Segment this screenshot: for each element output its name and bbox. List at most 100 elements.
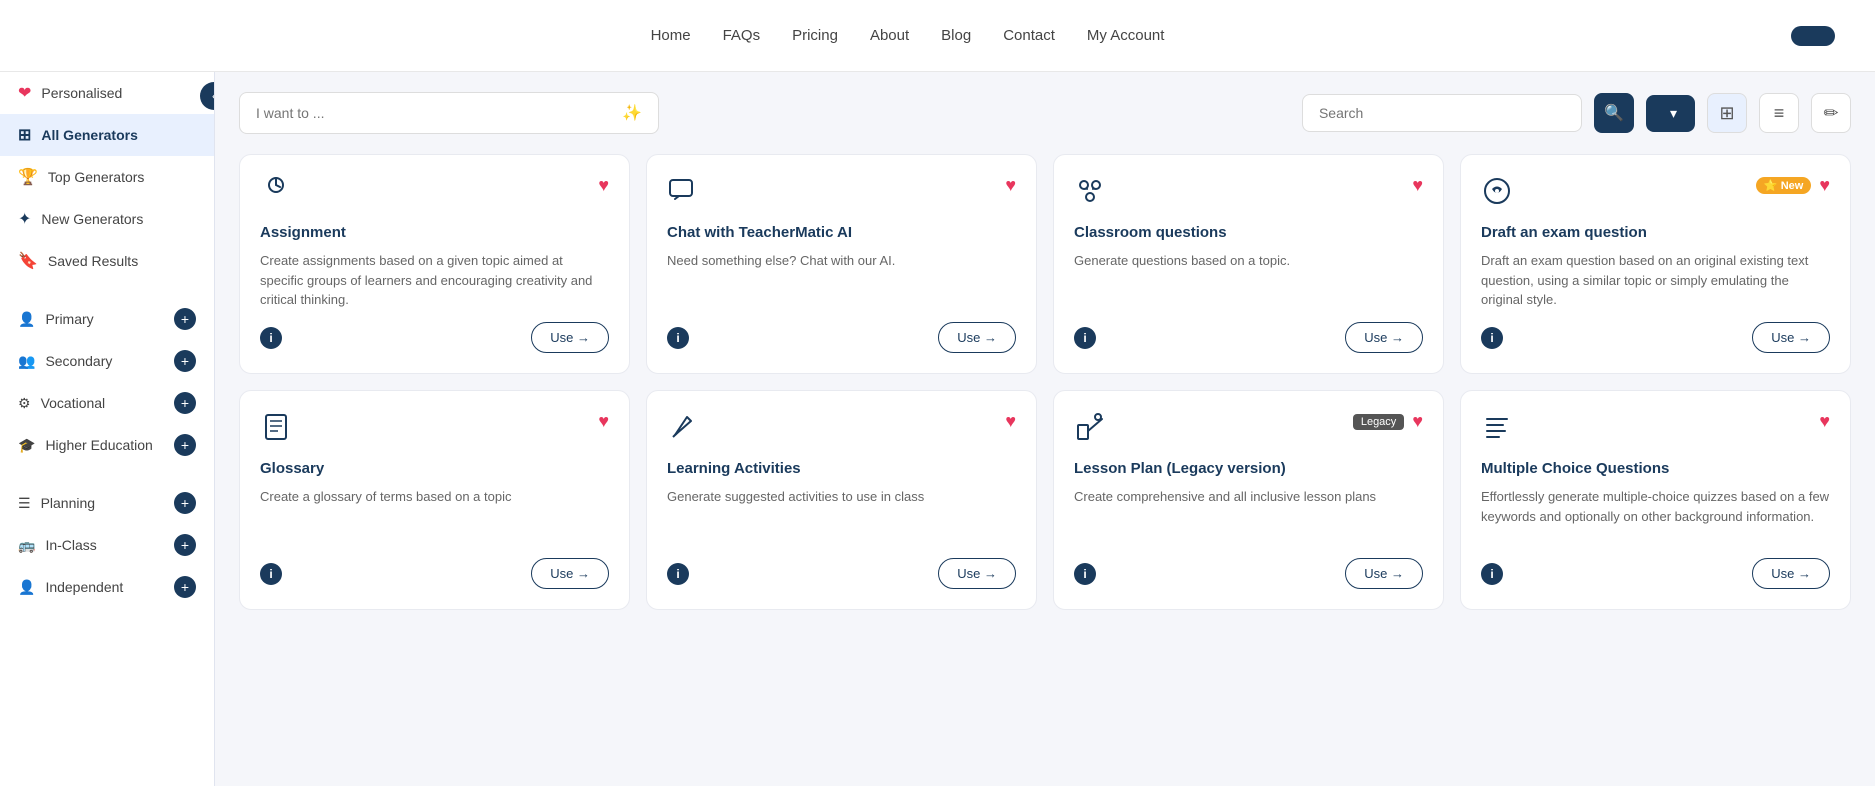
card-top: ♥ bbox=[260, 411, 609, 450]
nav-link-home[interactable]: Home bbox=[651, 27, 691, 44]
draft-exam-use-button[interactable]: Use → bbox=[1752, 322, 1830, 353]
card-top: ♥ bbox=[1481, 411, 1830, 450]
mcq-info-button[interactable]: i bbox=[1481, 563, 1503, 585]
sidebar-item-label: Saved Results bbox=[48, 253, 138, 269]
sort-button[interactable]: ▾ bbox=[1646, 95, 1695, 132]
classroom-questions-heart-icon[interactable]: ♥ bbox=[1412, 175, 1423, 196]
sidebar-teaching-in-class[interactable]: 🚌 In-Class + bbox=[0, 524, 214, 566]
learning-activities-info-button[interactable]: i bbox=[667, 563, 689, 585]
new-badge: New bbox=[1756, 177, 1811, 194]
secondary-expand-button[interactable]: + bbox=[174, 350, 196, 372]
assignment-use-button[interactable]: Use → bbox=[531, 322, 609, 353]
draft-exam-heart-icon[interactable]: ♥ bbox=[1819, 175, 1830, 196]
assignment-heart-icon[interactable]: ♥ bbox=[598, 175, 609, 196]
chat-use-button[interactable]: Use → bbox=[938, 322, 1016, 353]
assignment-info-button[interactable]: i bbox=[260, 327, 282, 349]
edit-button[interactable]: ✏ bbox=[1811, 93, 1851, 133]
sector-section-label bbox=[0, 282, 214, 298]
search-button[interactable]: 🔍 bbox=[1594, 93, 1634, 133]
lesson-plan-info-button[interactable]: i bbox=[1074, 563, 1096, 585]
chat-card-icon bbox=[667, 175, 699, 214]
learning-activities-heart-icon[interactable]: ♥ bbox=[1005, 411, 1016, 432]
draft-exam-info-button[interactable]: i bbox=[1481, 327, 1503, 349]
nav-link-faqs[interactable]: FAQs bbox=[723, 27, 761, 44]
iwant-container: ✨ bbox=[239, 92, 659, 134]
nav-link-blog[interactable]: Blog bbox=[941, 27, 971, 44]
sidebar-teaching-independent[interactable]: 👤 Independent + bbox=[0, 566, 214, 608]
sidebar-item-top-generators[interactable]: 🏆 Top Generators bbox=[0, 156, 214, 198]
classroom-questions-use-button[interactable]: Use → bbox=[1345, 322, 1423, 353]
sidebar-item-all-generators[interactable]: ⊞ All Generators bbox=[0, 114, 214, 156]
sidebar-sector-primary[interactable]: 👤 Primary + bbox=[0, 298, 214, 340]
sidebar-sector-vocational[interactable]: ⚙ Vocational + bbox=[0, 382, 214, 424]
top-generators-icon: 🏆 bbox=[18, 167, 38, 187]
higher-education-expand-button[interactable]: + bbox=[174, 434, 196, 456]
lesson-plan-use-button[interactable]: Use → bbox=[1345, 558, 1423, 589]
search-icon: 🔍 bbox=[1604, 103, 1624, 123]
glossary-use-button[interactable]: Use → bbox=[531, 558, 609, 589]
in-class-icon: 🚌 bbox=[18, 537, 35, 554]
sidebar-item-saved-results[interactable]: 🔖 Saved Results bbox=[0, 240, 214, 282]
glossary-heart-icon[interactable]: ♥ bbox=[598, 411, 609, 432]
nav-link-my-account[interactable]: My Account bbox=[1087, 27, 1165, 44]
personalised-icon: ❤ bbox=[18, 83, 31, 103]
draft-exam-title: Draft an exam question bbox=[1481, 224, 1830, 241]
classroom-questions-desc: Generate questions based on a topic. bbox=[1074, 251, 1423, 312]
sidebar-teaching-planning[interactable]: ☰ Planning + bbox=[0, 482, 214, 524]
legacy-badge: Legacy bbox=[1353, 414, 1404, 430]
learning-activities-use-button[interactable]: Use → bbox=[938, 558, 1016, 589]
toolbar: ✨ 🔍 ▾ ⊞ ≡ ✏ bbox=[239, 92, 1851, 134]
lesson-plan-heart-icon[interactable]: ♥ bbox=[1412, 411, 1423, 432]
independent-expand-button[interactable]: + bbox=[174, 576, 196, 598]
glossary-info-button[interactable]: i bbox=[260, 563, 282, 585]
classroom-questions-title: Classroom questions bbox=[1074, 224, 1423, 241]
planning-expand-button[interactable]: + bbox=[174, 492, 196, 514]
user-button[interactable] bbox=[1791, 26, 1835, 46]
sidebar-item-new-generators[interactable]: ✦ New Generators bbox=[0, 198, 214, 240]
draft-exam-footer: i Use → bbox=[1481, 322, 1830, 353]
sidebar-sector-higher-education[interactable]: 🎓 Higher Education + bbox=[0, 424, 214, 466]
mcq-title: Multiple Choice Questions bbox=[1481, 460, 1830, 477]
new-generators-icon: ✦ bbox=[18, 209, 31, 229]
chat-info-button[interactable]: i bbox=[667, 327, 689, 349]
in-class-expand-button[interactable]: + bbox=[174, 534, 196, 556]
planning-icon: ☰ bbox=[18, 495, 31, 512]
nav-link-about[interactable]: About bbox=[870, 27, 909, 44]
collapse-icon: ‹ bbox=[212, 89, 215, 103]
assignment-title: Assignment bbox=[260, 224, 609, 241]
chat-heart-icon[interactable]: ♥ bbox=[1005, 175, 1016, 196]
grid-view-button[interactable]: ⊞ bbox=[1707, 93, 1747, 133]
glossary-desc: Create a glossary of terms based on a to… bbox=[260, 487, 609, 548]
vocational-expand-button[interactable]: + bbox=[174, 392, 196, 414]
glossary-title: Glossary bbox=[260, 460, 609, 477]
main-content: ✨ 🔍 ▾ ⊞ ≡ ✏ bbox=[215, 72, 1875, 786]
sidebar-item-label: Top Generators bbox=[48, 169, 145, 185]
list-view-button[interactable]: ≡ bbox=[1759, 93, 1799, 133]
nav-link-contact[interactable]: Contact bbox=[1003, 27, 1055, 44]
sector-label: Primary bbox=[45, 311, 93, 327]
card-top: ♥ bbox=[260, 175, 609, 214]
sidebar-item-personalised[interactable]: ❤ Personalised bbox=[0, 72, 214, 114]
nav-links: Home FAQs Pricing About Blog Contact My Accoun… bbox=[651, 27, 1165, 44]
primary-expand-button[interactable]: + bbox=[174, 308, 196, 330]
classroom-questions-info-button[interactable]: i bbox=[1074, 327, 1096, 349]
classroom-questions-card-icon bbox=[1074, 175, 1106, 214]
mcq-heart-icon[interactable]: ♥ bbox=[1819, 411, 1830, 432]
sector-label: Secondary bbox=[45, 353, 112, 369]
card-learning-activities: ♥ Learning Activities Generate suggested… bbox=[646, 390, 1037, 610]
mcq-use-button[interactable]: Use → bbox=[1752, 558, 1830, 589]
edit-icon: ✏ bbox=[1823, 103, 1838, 124]
iwant-input[interactable] bbox=[256, 105, 614, 121]
vocational-icon: ⚙ bbox=[18, 395, 31, 412]
card-lesson-plan: Legacy ♥ Lesson Plan (Legacy version) Cr… bbox=[1053, 390, 1444, 610]
grid-icon: ⊞ bbox=[1719, 103, 1734, 124]
sidebar-sector-secondary[interactable]: 👥 Secondary + bbox=[0, 340, 214, 382]
learning-activities-card-icon bbox=[667, 411, 699, 450]
card-top: Legacy ♥ bbox=[1074, 411, 1423, 450]
nav-link-pricing[interactable]: Pricing bbox=[792, 27, 838, 44]
card-mcq: ♥ Multiple Choice Questions Effortlessly… bbox=[1460, 390, 1851, 610]
draft-exam-desc: Draft an exam question based on an origi… bbox=[1481, 251, 1830, 312]
teaching-label: Independent bbox=[45, 579, 123, 595]
search-input[interactable] bbox=[1319, 105, 1565, 121]
list-icon: ≡ bbox=[1774, 103, 1785, 124]
